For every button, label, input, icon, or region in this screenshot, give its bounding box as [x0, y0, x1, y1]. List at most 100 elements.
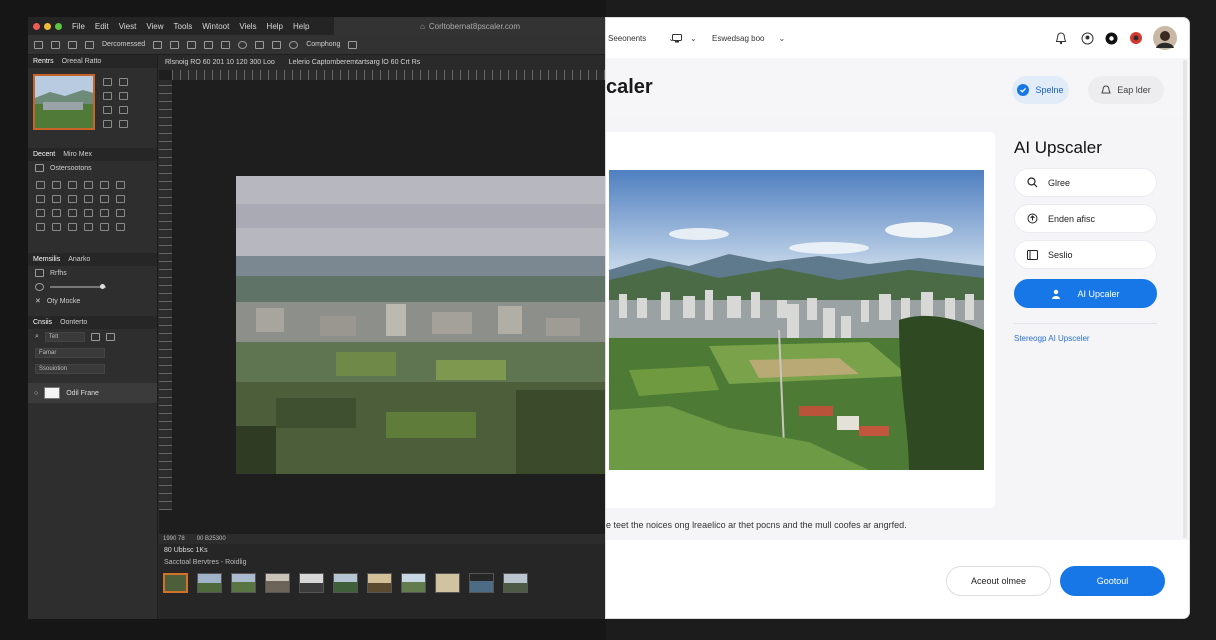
film-thumb[interactable]: [503, 573, 528, 593]
shadow-icon[interactable]: [100, 209, 109, 217]
flower-icon[interactable]: [1125, 27, 1147, 49]
star-icon[interactable]: [119, 120, 128, 128]
menu-tools[interactable]: Tools: [174, 22, 193, 31]
community-icon[interactable]: [1100, 27, 1122, 49]
enden-afisc-button[interactable]: Enden afisc: [1014, 204, 1157, 233]
seslio-button[interactable]: Seslio: [1014, 240, 1157, 269]
zoom-dot-icon[interactable]: [55, 22, 62, 30]
brush-icon[interactable]: [153, 40, 163, 49]
threshold-icon[interactable]: [52, 209, 61, 217]
layer-item[interactable]: ○ Odil Frane: [28, 383, 157, 403]
layer-mode-icon[interactable]: [85, 40, 94, 49]
menu-window[interactable]: Wintoot: [202, 22, 229, 31]
menu-viest[interactable]: Viest: [119, 22, 137, 31]
tab-anarko[interactable]: Anarko: [68, 256, 90, 263]
vibrance-icon[interactable]: [100, 181, 109, 189]
brightness-icon[interactable]: [36, 181, 45, 189]
hue-icon[interactable]: [116, 181, 125, 189]
layer-filter-field[interactable]: Telt: [44, 332, 85, 342]
grid-icon[interactable]: [221, 40, 231, 49]
lookup-icon[interactable]: [100, 195, 109, 203]
upscaled-photo[interactable]: [609, 170, 984, 470]
close-dot-icon[interactable]: [33, 22, 40, 30]
film-thumb[interactable]: [469, 573, 494, 593]
match-icon[interactable]: [100, 223, 109, 231]
posterize-icon[interactable]: [36, 209, 45, 217]
marquee-icon[interactable]: [51, 40, 60, 49]
nav-eswedsag[interactable]: Eswedsag boo ⌄: [712, 34, 785, 43]
curves-icon[interactable]: [68, 181, 77, 189]
shape-icon[interactable]: [36, 223, 45, 231]
film-thumb[interactable]: [299, 573, 324, 593]
navigator-thumbnail[interactable]: [33, 74, 95, 130]
avatar[interactable]: [1152, 25, 1178, 51]
minimize-dot-icon[interactable]: [44, 22, 51, 30]
tab-decent[interactable]: Decent: [33, 151, 55, 158]
blend-mode-select[interactable]: Famar: [35, 348, 105, 358]
adjust-check-icon[interactable]: [35, 164, 44, 172]
film-thumb[interactable]: [435, 573, 460, 593]
spelne-button[interactable]: Spelne: [1012, 76, 1069, 104]
menu-help[interactable]: Help: [267, 22, 283, 31]
warp-icon[interactable]: [84, 223, 93, 231]
mode-select[interactable]: Dercomessed: [102, 41, 145, 48]
user-circle-icon[interactable]: [1076, 27, 1098, 49]
film-thumb[interactable]: [333, 573, 358, 593]
balance-icon[interactable]: [36, 195, 45, 203]
lock-select[interactable]: Ssouiotion: [35, 364, 105, 374]
selective-icon[interactable]: [84, 209, 93, 217]
gootoul-button[interactable]: Gootoul: [1060, 566, 1165, 596]
film-thumb[interactable]: [401, 573, 426, 593]
film-thumb[interactable]: [367, 573, 392, 593]
pen-icon[interactable]: [348, 40, 358, 49]
aceout-olmee-button[interactable]: Aceout olmee: [946, 566, 1051, 596]
fit-icon[interactable]: [103, 106, 112, 114]
doc-tab-2[interactable]: Lelerio Captomberemtartsarg lO 60 Crt Rs: [289, 59, 421, 66]
menu-file[interactable]: File: [72, 22, 85, 31]
photo-filter-icon[interactable]: [68, 195, 77, 203]
glree-button[interactable]: Glree: [1014, 168, 1157, 197]
zoom-out-icon[interactable]: [103, 92, 112, 100]
zoom-in-icon[interactable]: [103, 78, 112, 86]
bell-icon[interactable]: [1050, 27, 1072, 49]
layers-icon[interactable]: [255, 40, 265, 49]
bw-icon[interactable]: [52, 195, 61, 203]
tab-memsilis[interactable]: Memsilis: [33, 256, 60, 263]
levels-icon[interactable]: [52, 181, 61, 189]
menu-edit[interactable]: Edit: [95, 22, 109, 31]
settings-icon[interactable]: [289, 40, 299, 49]
gradient-map-icon[interactable]: [68, 209, 77, 217]
film-thumb[interactable]: [231, 573, 256, 593]
image-icon[interactable]: [272, 40, 282, 49]
pixelated-image[interactable]: [236, 176, 606, 474]
move-tool-icon[interactable]: [34, 40, 43, 49]
link-icon[interactable]: [170, 40, 180, 49]
filter-a-icon[interactable]: [90, 333, 100, 341]
eap-lder-button[interactable]: Eap lder: [1088, 76, 1164, 104]
tab-oonterto[interactable]: Oonterto: [60, 319, 87, 326]
stereogp-link[interactable]: Stereogp AI Upsceler: [1014, 334, 1090, 343]
mask-icon[interactable]: [68, 223, 77, 231]
rotate-icon[interactable]: [119, 92, 128, 100]
fullscreen-icon[interactable]: [103, 120, 112, 128]
close-x-icon[interactable]: ✕: [35, 297, 41, 305]
invert-icon[interactable]: [116, 195, 125, 203]
comp-select[interactable]: Comphong: [306, 41, 340, 48]
tab-rentrs[interactable]: Rentrs: [33, 58, 54, 65]
hand-icon[interactable]: [119, 78, 128, 86]
menu-viels[interactable]: Viels: [239, 22, 256, 31]
mixer-icon[interactable]: [84, 195, 93, 203]
slider-handle[interactable]: [100, 284, 105, 289]
scrollbar[interactable]: [1183, 60, 1187, 538]
tab-miro-mex[interactable]: Miro Mex: [63, 151, 92, 158]
type-tool-icon[interactable]: [187, 40, 197, 49]
replace-icon[interactable]: [116, 223, 125, 231]
menu-help-2[interactable]: Help: [293, 22, 309, 31]
ai-upscaler-button[interactable]: AI Upcaler: [1014, 279, 1157, 308]
film-thumb[interactable]: [197, 573, 222, 593]
crop-icon[interactable]: [68, 40, 77, 49]
film-thumb[interactable]: [163, 573, 188, 593]
film-thumb[interactable]: [265, 573, 290, 593]
tab-cnsiis[interactable]: Cnsiis: [33, 319, 52, 326]
fill-icon[interactable]: [119, 106, 128, 114]
